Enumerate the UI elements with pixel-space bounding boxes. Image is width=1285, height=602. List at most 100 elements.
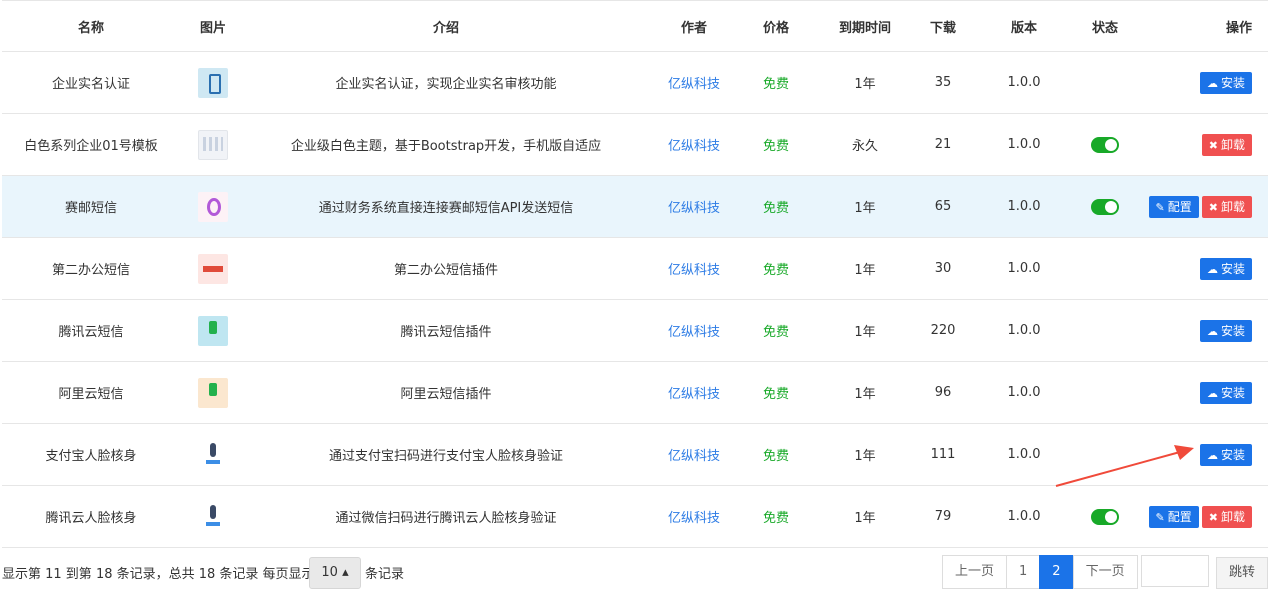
page-size-select[interactable]: 10 ▴ — [309, 557, 361, 589]
table-row: 第二办公短信 第二办公短信插件 亿纵科技 免费 1年 30 1.0.0 ☁ 安装 — [2, 237, 1268, 300]
plugin-thumbnail[interactable] — [198, 501, 228, 532]
plugin-version: 1.0.0 — [966, 113, 1082, 176]
plugin-intro: 通过财务系统直接连接赛邮短信API发送短信 — [246, 175, 646, 238]
pagination: 上一页 1 2 下一页 — [942, 555, 1138, 589]
plugin-thumbnail[interactable] — [198, 67, 228, 98]
plugin-image[interactable] — [180, 51, 246, 114]
plugin-thumbnail[interactable] — [198, 439, 228, 470]
config-button[interactable]: ✎ 配置 — [1148, 195, 1199, 218]
cloud-download-icon: ☁ — [1206, 262, 1218, 276]
pencil-icon: ✎ — [1155, 510, 1165, 524]
header-downloads[interactable]: 下载 — [920, 0, 966, 52]
install-button[interactable]: ☁ 安装 — [1199, 319, 1252, 342]
plugin-image[interactable] — [180, 237, 246, 300]
page-2-button[interactable]: 2 — [1039, 555, 1074, 589]
header-name[interactable]: 名称 — [2, 0, 180, 52]
plugin-actions: ☁ 安装 — [1128, 237, 1268, 300]
header-expiry[interactable]: 到期时间 — [810, 0, 920, 52]
table-row: 腾讯云人脸核身 通过微信扫码进行腾讯云人脸核身验证 亿纵科技 免费 1年 79 … — [2, 485, 1268, 548]
plugin-intro: 企业实名认证，实现企业实名审核功能 — [246, 51, 646, 114]
plugin-price: 免费 — [742, 423, 810, 486]
status-toggle[interactable] — [1091, 136, 1119, 153]
table-row: 腾讯云短信 腾讯云短信插件 亿纵科技 免费 1年 220 1.0.0 ☁ 安装 — [2, 299, 1268, 362]
install-label: 安装 — [1220, 447, 1245, 462]
plugin-actions: ✖ 卸载 — [1128, 113, 1268, 176]
plugin-price: 免费 — [742, 237, 810, 300]
plugin-expiry: 1年 — [810, 423, 920, 486]
status-toggle[interactable] — [1091, 508, 1119, 525]
plugin-status — [1082, 361, 1128, 424]
plugin-intro: 通过微信扫码进行腾讯云人脸核身验证 — [246, 485, 646, 548]
plugin-version: 1.0.0 — [966, 361, 1082, 424]
plugin-downloads: 111 — [920, 423, 966, 486]
plugin-status — [1082, 237, 1128, 300]
plugin-status — [1082, 485, 1128, 548]
jump-page-input[interactable] — [1141, 555, 1209, 587]
plugin-thumbnail[interactable] — [198, 253, 228, 284]
plugin-author-link[interactable]: 亿纵科技 — [646, 423, 742, 486]
plugin-actions: ✎ 配置 ✖ 卸载 — [1128, 175, 1268, 238]
plugin-price: 免费 — [742, 299, 810, 362]
plugin-thumbnail[interactable] — [198, 129, 228, 160]
table-header-row: 名称 图片 介绍 作者 价格 到期时间 下载 版本 状态 操作 — [2, 0, 1268, 52]
uninstall-button[interactable]: ✖ 卸载 — [1201, 195, 1252, 218]
plugin-image[interactable] — [180, 175, 246, 238]
plugin-author-link[interactable]: 亿纵科技 — [646, 361, 742, 424]
header-status[interactable]: 状态 — [1082, 0, 1128, 52]
uninstall-button[interactable]: ✖ 卸载 — [1201, 133, 1252, 156]
plugin-author-link[interactable]: 亿纵科技 — [646, 175, 742, 238]
plugin-author-link[interactable]: 亿纵科技 — [646, 299, 742, 362]
plugin-image[interactable] — [180, 361, 246, 424]
plugin-thumbnail[interactable] — [198, 315, 228, 346]
plugin-author-link[interactable]: 亿纵科技 — [646, 485, 742, 548]
prev-page-button[interactable]: 上一页 — [942, 555, 1008, 589]
install-button[interactable]: ☁ 安装 — [1199, 443, 1252, 466]
uninstall-button[interactable]: ✖ 卸载 — [1201, 505, 1252, 528]
next-page-button[interactable]: 下一页 — [1072, 555, 1138, 589]
close-icon: ✖ — [1208, 510, 1218, 524]
plugin-price: 免费 — [742, 51, 810, 114]
cloud-download-icon: ☁ — [1206, 324, 1218, 338]
plugin-price: 免费 — [742, 175, 810, 238]
status-toggle[interactable] — [1091, 198, 1119, 215]
plugin-author-link[interactable]: 亿纵科技 — [646, 237, 742, 300]
plugin-status — [1082, 51, 1128, 114]
config-button[interactable]: ✎ 配置 — [1148, 505, 1199, 528]
annotation-arrow — [1055, 445, 1194, 487]
plugin-name: 阿里云短信 — [2, 361, 180, 424]
header-intro[interactable]: 介绍 — [246, 0, 646, 52]
plugin-price: 免费 — [742, 113, 810, 176]
plugin-intro: 腾讯云短信插件 — [246, 299, 646, 362]
uninstall-label: 卸载 — [1220, 509, 1245, 524]
header-image[interactable]: 图片 — [180, 0, 246, 52]
plugin-expiry: 永久 — [810, 113, 920, 176]
install-button[interactable]: ☁ 安装 — [1199, 257, 1252, 280]
plugin-actions: ✎ 配置 ✖ 卸载 — [1128, 485, 1268, 548]
plugin-author-link[interactable]: 亿纵科技 — [646, 113, 742, 176]
header-price[interactable]: 价格 — [742, 0, 810, 52]
install-button[interactable]: ☁ 安装 — [1199, 71, 1252, 94]
plugin-intro: 企业级白色主题，基于Bootstrap开发，手机版自适应 — [246, 113, 646, 176]
pagination-summary: 显示第 11 到第 18 条记录，总共 18 条记录 每页显示 — [2, 567, 315, 582]
plugin-image[interactable] — [180, 299, 246, 362]
install-label: 安装 — [1220, 385, 1245, 400]
install-label: 安装 — [1220, 261, 1245, 276]
plugin-author-link[interactable]: 亿纵科技 — [646, 51, 742, 114]
plugin-thumbnail[interactable] — [198, 377, 228, 408]
config-label: 配置 — [1167, 509, 1192, 524]
plugin-image[interactable] — [180, 423, 246, 486]
header-version[interactable]: 版本 — [966, 0, 1082, 52]
install-button[interactable]: ☁ 安装 — [1199, 381, 1252, 404]
jump-button[interactable]: 跳转 — [1216, 557, 1268, 589]
plugin-thumbnail[interactable] — [198, 191, 228, 222]
plugin-expiry: 1年 — [810, 361, 920, 424]
table-row: 白色系列企业01号模板 企业级白色主题，基于Bootstrap开发，手机版自适应… — [2, 113, 1268, 176]
plugin-downloads: 65 — [920, 175, 966, 238]
plugin-image[interactable] — [180, 113, 246, 176]
plugin-downloads: 35 — [920, 51, 966, 114]
table-row: 阿里云短信 阿里云短信插件 亿纵科技 免费 1年 96 1.0.0 ☁ 安装 — [2, 361, 1268, 424]
page-1-button[interactable]: 1 — [1006, 555, 1041, 589]
plugin-expiry: 1年 — [810, 51, 920, 114]
plugin-image[interactable] — [180, 485, 246, 548]
header-author[interactable]: 作者 — [646, 0, 742, 52]
